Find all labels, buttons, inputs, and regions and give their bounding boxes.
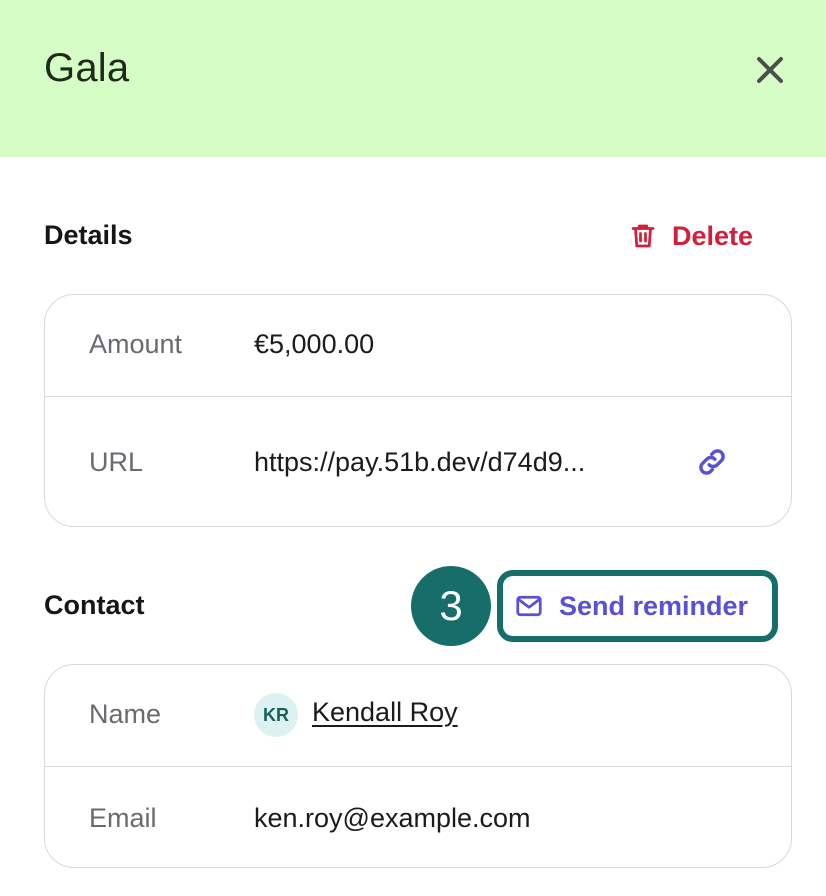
contact-name-link[interactable]: Kendall Roy	[312, 697, 458, 728]
url-value[interactable]: https://pay.51b.dev/d74d9...	[254, 447, 585, 478]
name-label: Name	[89, 699, 162, 729]
detail-row-amount: Amount €5,000.00	[45, 295, 791, 396]
mail-icon	[516, 595, 542, 617]
send-reminder-label: Send reminder	[559, 590, 749, 621]
detail-row-url: URL https://pay.51b.dev/d74d9...	[45, 396, 791, 525]
details-heading: Details	[44, 220, 133, 250]
trash-icon	[631, 224, 655, 248]
drawer-header: Gala	[0, 0, 826, 157]
avatar: KR	[254, 693, 298, 737]
delete-label: Delete	[672, 220, 754, 251]
contact-card: Name KR Kendall Roy Email ken.roy@exampl…	[44, 664, 792, 868]
delete-button[interactable]: Delete	[628, 216, 753, 256]
drawer-title: Gala	[44, 46, 130, 90]
details-card: Amount €5,000.00 URL https://pay.51b.dev…	[44, 294, 792, 527]
close-icon	[757, 57, 783, 83]
step-badge: 3	[411, 566, 491, 646]
contact-row-name: Name KR Kendall Roy	[45, 665, 791, 766]
close-button[interactable]	[750, 50, 790, 90]
email-value: ken.roy@example.com	[254, 803, 531, 833]
send-reminder-button[interactable]: Send reminder	[514, 586, 748, 626]
email-label: Email	[89, 803, 157, 833]
contact-heading: Contact	[44, 590, 145, 620]
url-label: URL	[89, 447, 144, 477]
amount-value: €5,000.00	[254, 329, 375, 359]
contact-row-email: Email ken.roy@example.com	[45, 766, 791, 866]
link-icon[interactable]	[695, 445, 729, 479]
amount-label: Amount	[89, 329, 183, 359]
